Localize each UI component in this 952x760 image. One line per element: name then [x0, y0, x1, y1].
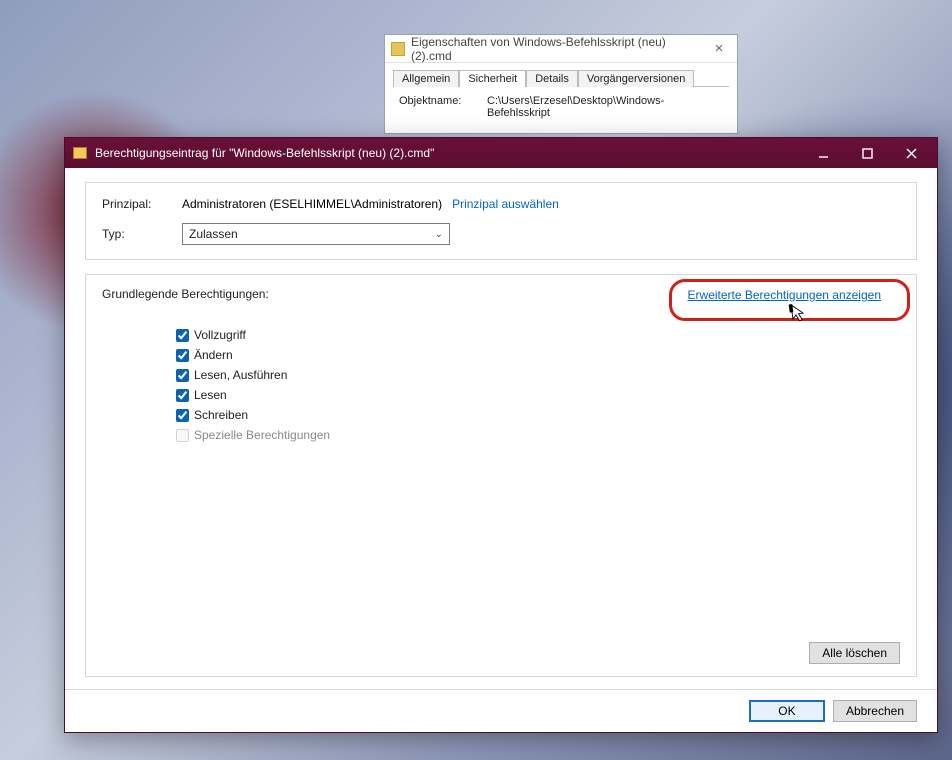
permission-label: Lesen, Ausführen [194, 368, 287, 382]
principal-label: Prinzipal: [102, 197, 182, 211]
folder-icon [73, 147, 87, 159]
permission-list: Vollzugriff Ändern Lesen, Ausführen Lesen Sc… [176, 325, 900, 445]
folder-icon [391, 42, 405, 56]
permission-checkbox[interactable] [176, 329, 189, 342]
cancel-button[interactable]: Abbrechen [833, 700, 917, 722]
permission-label: Spezielle Berechtigungen [194, 428, 330, 442]
properties-body: Objektname: C:\Users\Erzesel\Desktop\Win… [393, 86, 729, 127]
objektname-label: Objektname: [399, 95, 469, 119]
clear-all-button[interactable]: Alle löschen [809, 642, 900, 664]
ok-button[interactable]: OK [749, 700, 825, 722]
tab-allgemein[interactable]: Allgemein [393, 70, 459, 87]
close-icon[interactable]: × [707, 40, 731, 57]
permission-checkbox [176, 429, 189, 442]
minimize-button[interactable] [801, 138, 845, 168]
permission-checkbox[interactable] [176, 349, 189, 362]
permission-item: Spezielle Berechtigungen [176, 425, 900, 445]
maximize-button[interactable] [845, 138, 889, 168]
tab-details[interactable]: Details [526, 70, 578, 87]
properties-tabs: Allgemein Sicherheit Details Vorgängerve… [385, 63, 737, 86]
permission-label: Ändern [194, 348, 233, 362]
type-select[interactable]: Zulassen ⌄ [182, 223, 450, 245]
type-select-value: Zulassen [189, 227, 238, 241]
dialog-buttons: OK Abbrechen [65, 689, 937, 732]
permission-checkbox[interactable] [176, 369, 189, 382]
advanced-link-highlight: Erweiterte Berechtigungen anzeigen [669, 279, 910, 321]
tab-vorgaenger[interactable]: Vorgängerversionen [578, 70, 694, 87]
permission-checkbox[interactable] [176, 389, 189, 402]
type-label: Typ: [102, 227, 182, 241]
permission-title: Berechtigungseintrag für "Windows-Befehl… [95, 146, 801, 160]
permission-item[interactable]: Lesen, Ausführen [176, 365, 900, 385]
properties-titlebar: Eigenschaften von Windows-Befehlsskript … [385, 35, 737, 63]
permission-label: Lesen [194, 388, 227, 402]
basic-permissions-panel: Grundlegende Berechtigungen: Erweiterte … [85, 274, 917, 677]
permission-titlebar: Berechtigungseintrag für "Windows-Befehl… [65, 138, 937, 168]
permission-label: Schreiben [194, 408, 248, 422]
properties-title: Eigenschaften von Windows-Befehlsskript … [411, 35, 707, 63]
select-principal-link[interactable]: Prinzipal auswählen [452, 197, 559, 211]
close-button[interactable] [889, 138, 933, 168]
cursor-icon [786, 301, 808, 330]
chevron-down-icon: ⌄ [435, 229, 443, 240]
permission-checkbox[interactable] [176, 409, 189, 422]
show-advanced-link[interactable]: Erweiterte Berechtigungen anzeigen [688, 288, 881, 302]
basic-permissions-title: Grundlegende Berechtigungen: [102, 287, 269, 301]
tab-sicherheit[interactable]: Sicherheit [459, 70, 526, 87]
principal-panel: Prinzipal: Administratoren (ESELHIMMEL\A… [85, 182, 917, 260]
permission-entry-dialog: Berechtigungseintrag für "Windows-Befehl… [64, 137, 938, 733]
permission-item[interactable]: Ändern [176, 345, 900, 365]
principal-value: Administratoren (ESELHIMMEL\Administrato… [182, 197, 442, 211]
properties-dialog: Eigenschaften von Windows-Befehlsskript … [384, 34, 738, 134]
permission-item[interactable]: Schreiben [176, 405, 900, 425]
permission-item[interactable]: Lesen [176, 385, 900, 405]
objektname-value: C:\Users\Erzesel\Desktop\Windows-Befehls… [487, 95, 723, 119]
permission-label: Vollzugriff [194, 328, 246, 342]
